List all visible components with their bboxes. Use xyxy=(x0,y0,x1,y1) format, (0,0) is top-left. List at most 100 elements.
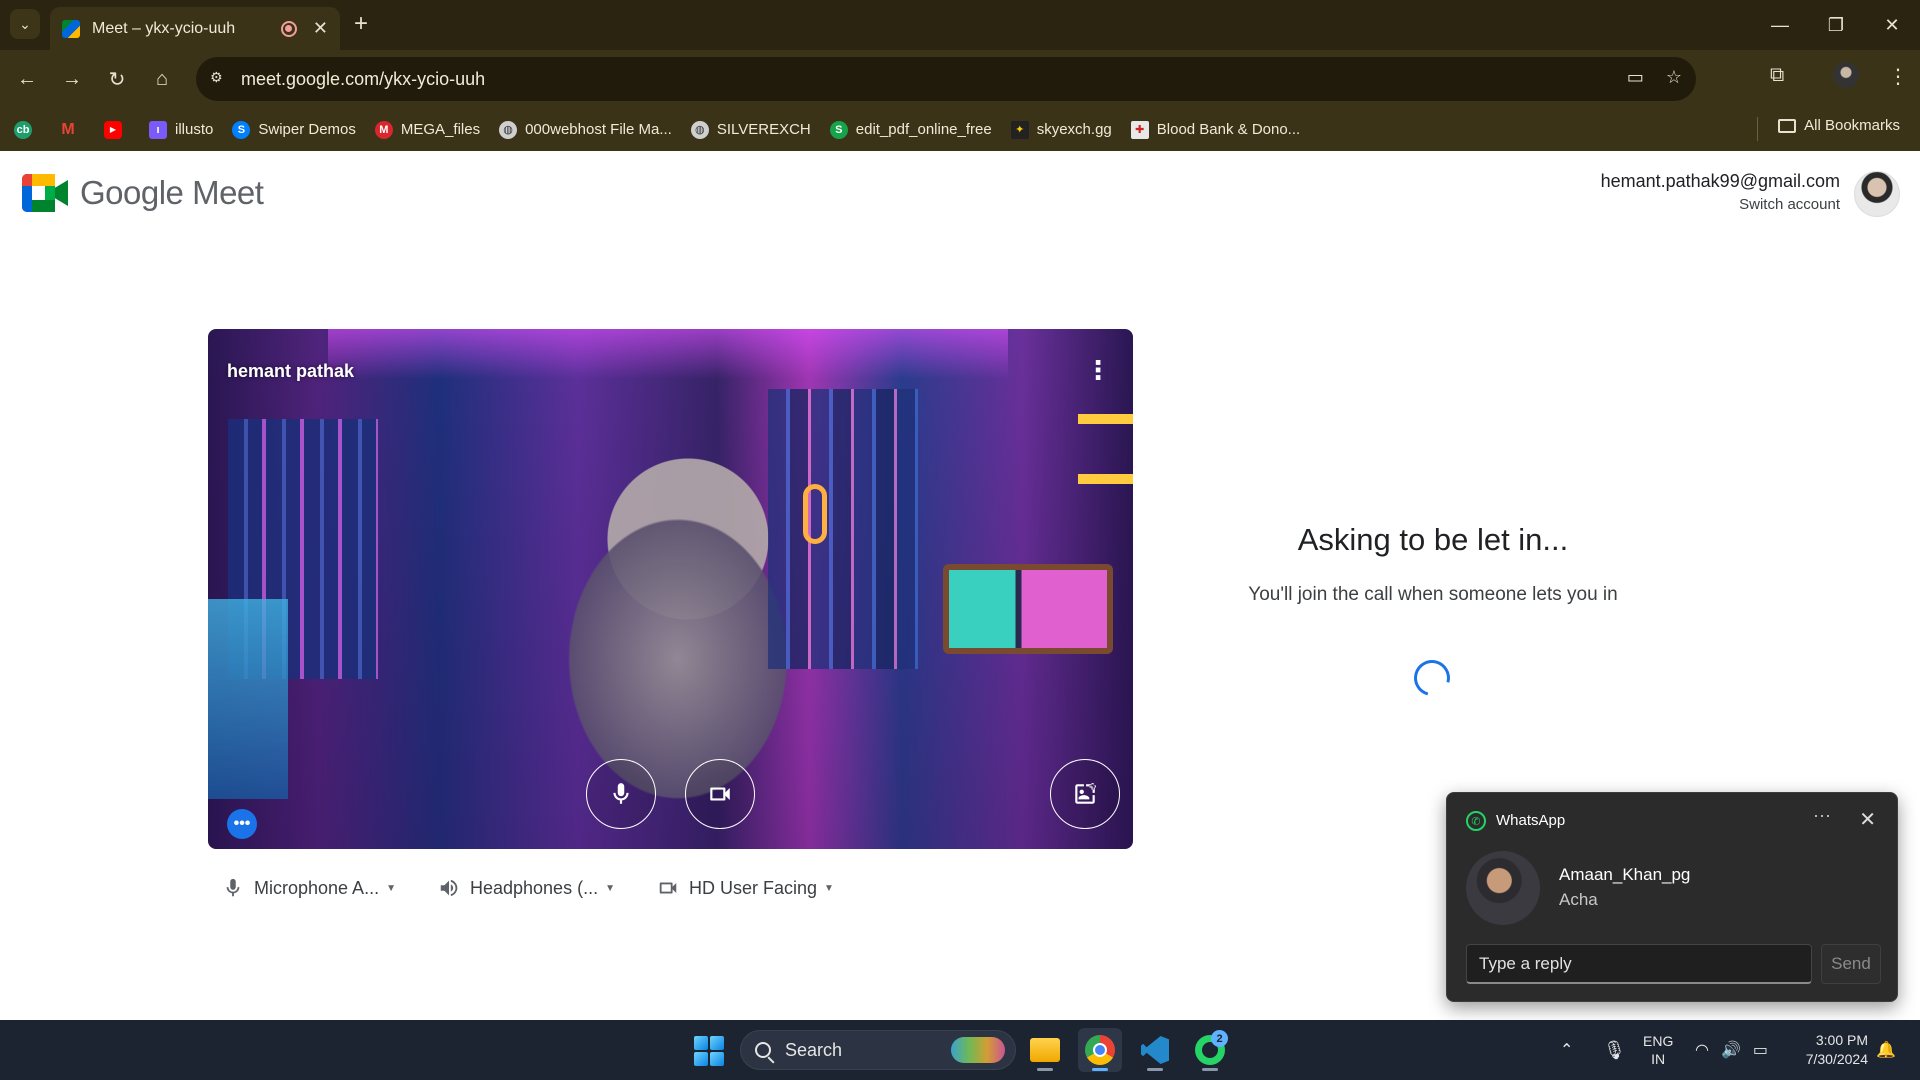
notification-sender: Amaan_Khan_pg xyxy=(1559,865,1691,884)
s-icon: S xyxy=(829,120,848,139)
notification-message: Acha xyxy=(1559,890,1598,909)
self-video-preview: hemant pathak ⋮ ••• xyxy=(208,329,1133,849)
site-info-icon[interactable]: ⚙ xyxy=(210,69,230,89)
tab-title: Meet – ykx-ycio-uuh xyxy=(92,19,236,37)
speaker-select[interactable]: Headphones (... ▼ xyxy=(438,877,615,899)
taskbar-search[interactable]: Search xyxy=(740,1030,1016,1070)
chrome-app[interactable] xyxy=(1078,1028,1122,1072)
url-text: meet.google.com/ykx-ycio-uuh xyxy=(241,69,486,89)
restore-icon[interactable]: ❐ xyxy=(1808,0,1864,50)
bookmark-star-icon[interactable]: ☆ xyxy=(1666,67,1682,88)
microphone-icon xyxy=(226,878,240,897)
swiper-icon: S xyxy=(232,120,251,139)
send-button[interactable]: Send xyxy=(1821,944,1881,984)
meet-favicon-icon xyxy=(62,19,80,38)
file-explorer-app[interactable] xyxy=(1023,1028,1067,1072)
wifi-icon: ◠ xyxy=(1695,1042,1709,1059)
bookmark-item[interactable]: M xyxy=(59,121,85,139)
bookmark-item[interactable]: M MEGA_files xyxy=(374,120,480,139)
account-info: hemant.pathak99@gmail.com Switch account xyxy=(1601,171,1840,213)
camera-icon xyxy=(659,882,677,894)
notification-app-name: WhatsApp xyxy=(1496,812,1566,829)
reload-icon[interactable]: ↻ xyxy=(102,64,132,94)
whatsapp-icon: ✆ xyxy=(1466,811,1486,831)
meet-logo-text: Google Meet xyxy=(80,174,264,211)
quick-settings[interactable]: ◠ 🔊 ▭ xyxy=(1695,1020,1768,1080)
globe-icon: ◍ xyxy=(690,120,709,139)
chrome-icon xyxy=(1085,1035,1115,1065)
tab-search-button[interactable]: ⌄ xyxy=(10,9,40,39)
whatsapp-app[interactable]: 2 xyxy=(1188,1028,1232,1072)
microphone-tray-icon[interactable]: 🎙 xyxy=(1603,1020,1626,1080)
waiting-status-title: Asking to be let in... xyxy=(1297,522,1569,557)
bookmark-item[interactable]: S Swiper Demos xyxy=(232,120,356,139)
youtube-icon: ▶ xyxy=(104,120,122,139)
gmail-icon: M xyxy=(61,120,75,138)
minimize-icon[interactable]: — xyxy=(1752,0,1808,50)
file-explorer-icon xyxy=(1030,1038,1060,1062)
profile-avatar-icon[interactable] xyxy=(1833,62,1859,88)
address-bar[interactable]: ⚙ meet.google.com/ykx-ycio-uuh ▭ ☆ xyxy=(196,57,1696,101)
illusto-icon: ı xyxy=(149,120,167,139)
camera-in-use-icon[interactable]: ▭ xyxy=(1627,67,1644,88)
search-icon xyxy=(755,1042,771,1058)
recording-indicator-icon xyxy=(280,20,297,37)
volume-icon: 🔊 xyxy=(1720,1042,1741,1059)
extensions-icon[interactable]: ⧉ xyxy=(1770,64,1784,87)
camera-button[interactable] xyxy=(685,759,755,829)
vscode-app[interactable] xyxy=(1133,1028,1177,1072)
notification-more-icon[interactable]: ··· xyxy=(1813,805,1831,826)
bookmark-item[interactable]: Sedit_pdf_online_free xyxy=(829,120,992,139)
bloodbank-icon: ✚ xyxy=(1130,120,1149,139)
reply-input[interactable] xyxy=(1466,944,1812,984)
account-email: hemant.pathak99@gmail.com xyxy=(1600,171,1840,191)
caret-down-icon: ▼ xyxy=(824,882,834,894)
switch-account-link[interactable]: Switch account xyxy=(1601,196,1840,213)
browser-tab-meet[interactable]: Meet – ykx-ycio-uuh ✕ xyxy=(50,7,340,50)
browser-tab-strip: ⌄ Meet – ykx-ycio-uuh ✕ + — ❐ ✕ xyxy=(0,0,1920,50)
globe-icon: ◍ xyxy=(499,120,518,139)
visual-effects-button[interactable] xyxy=(1050,759,1120,829)
close-tab-icon[interactable]: ✕ xyxy=(313,18,328,39)
home-icon[interactable]: ⌂ xyxy=(147,64,177,94)
back-arrow-icon[interactable]: ← xyxy=(12,64,42,94)
vscode-icon xyxy=(1141,1036,1169,1064)
microphone-select[interactable]: Microphone A... ▼ xyxy=(222,877,396,899)
folder-icon xyxy=(1778,118,1797,133)
self-name-label: hemant pathak xyxy=(227,361,355,381)
microphone-button[interactable] xyxy=(586,759,656,829)
google-meet-logo[interactable]: Google Meet xyxy=(22,174,264,212)
waiting-status-subtitle: You'll join the call when someone lets y… xyxy=(1248,584,1618,605)
camera-select[interactable]: HD User Facing ▼ xyxy=(657,877,834,899)
language-indicator[interactable]: ENG IN xyxy=(1643,1020,1673,1080)
bookmark-item[interactable]: ▶ xyxy=(104,120,130,139)
bookmark-item[interactable]: ı illusto xyxy=(149,120,213,139)
account-avatar[interactable] xyxy=(1854,171,1900,217)
windows-start-icon[interactable] xyxy=(694,1036,724,1066)
browser-menu-icon[interactable]: ⋮ xyxy=(1888,64,1908,89)
bookmark-item[interactable]: ◍ 000webhost File Ma... xyxy=(499,120,672,139)
new-tab-button[interactable]: + xyxy=(354,10,368,38)
meet-logo-icon xyxy=(22,174,68,212)
bookmark-item[interactable]: ✦ skyexch.gg xyxy=(1010,120,1112,139)
effects-icon xyxy=(1075,783,1096,804)
search-highlight-icon xyxy=(951,1037,1005,1063)
whatsapp-notification[interactable]: ✆ WhatsApp ··· ✕ Amaan_Khan_pg Acha Send xyxy=(1446,792,1898,1002)
notification-bell-icon[interactable]: 🔔 xyxy=(1876,1020,1896,1080)
more-options-icon[interactable]: ⋮ xyxy=(1085,357,1111,383)
window-controls: — ❐ ✕ xyxy=(1752,0,1920,50)
battery-icon: ▭ xyxy=(1752,1042,1769,1059)
notification-close-icon[interactable]: ✕ xyxy=(1859,807,1876,832)
bookmark-item[interactable]: ✚ Blood Bank & Dono... xyxy=(1130,120,1300,139)
sender-avatar xyxy=(1466,851,1540,925)
taskbar-clock[interactable]: 3:00 PM 7/30/2024 xyxy=(1794,1031,1868,1069)
close-window-icon[interactable]: ✕ xyxy=(1864,0,1920,50)
more-effects-icon[interactable]: ••• xyxy=(227,809,257,839)
show-hidden-icons[interactable]: ⌃ xyxy=(1560,1020,1573,1080)
forward-arrow-icon[interactable]: → xyxy=(57,64,87,94)
bookmarks-bar: cb M ▶ ı illusto S Swiper Demos M MEGA_file… xyxy=(0,108,1920,151)
bookmark-item[interactable]: ◍ SILVEREXCH xyxy=(690,120,811,139)
device-selectors: Microphone A... ▼ Headphones (... ▼ HD U… xyxy=(222,877,834,899)
bookmark-item[interactable]: cb xyxy=(14,120,40,139)
all-bookmarks-button[interactable]: All Bookmarks xyxy=(1778,117,1900,134)
